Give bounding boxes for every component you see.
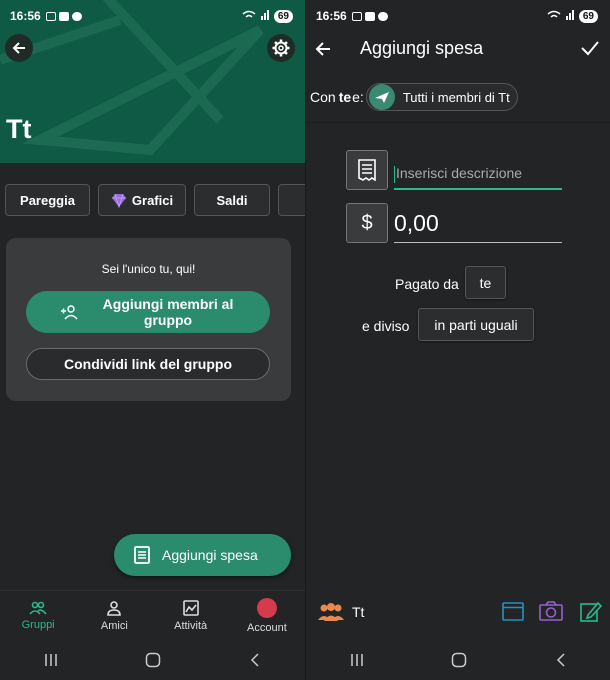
nav-account[interactable]: Account [229,591,305,640]
group-name[interactable]: Tt [352,604,364,620]
split-select[interactable]: in parti uguali [418,308,534,341]
receipt-icon [358,159,376,181]
recents-icon[interactable] [44,653,58,667]
amount-input[interactable]: 0,00 [394,204,562,243]
description-placeholder: Inserisci descrizione [396,165,523,181]
mail-icon [364,11,375,21]
signal-icon [565,9,575,23]
group-icon[interactable] [318,602,344,622]
nav-account-label: Account [247,621,287,634]
nav-groups-label: Gruppi [21,618,55,631]
balances-button[interactable]: Saldi [194,184,270,216]
calendar-icon[interactable] [502,601,524,621]
app-bar: Aggiungi spesa [306,32,610,66]
arrow-left-icon [12,42,25,54]
add-members-label: Aggiungi membri al gruppo [102,296,234,328]
chat-icon [377,11,388,21]
nav-activity-label: Attività [174,619,208,632]
home-icon[interactable] [451,652,467,668]
edit-note-icon[interactable] [580,600,602,622]
with-prefix: Con [310,89,336,105]
account-avatar [256,597,277,618]
camera-icon[interactable] [539,601,563,621]
settings-button[interactable] [267,34,295,62]
currency-button[interactable]: $ [346,203,388,243]
paid-by-label: Pagato da [395,276,459,292]
status-bar: 16:56 69 [306,0,610,32]
empty-group-message: Sei l'unico tu, qui! [101,262,196,276]
diamond-icon [111,193,126,208]
add-members-button[interactable]: Aggiungi membri al gruppo [26,291,270,333]
battery-indicator: 69 [273,9,293,23]
nav-friends[interactable]: Amici [76,591,152,640]
group-screen: 16:56 69 Tt Pareggia Grafici Saldi Sei l… [0,0,305,680]
recents-icon[interactable] [350,653,364,667]
system-navigation [306,640,610,680]
back-button[interactable] [5,34,33,62]
status-time: 16:56 [316,9,347,23]
screenshot-icon [45,11,56,21]
expense-toolbar: Tt [306,596,610,630]
status-time: 16:56 [10,9,41,23]
status-bar: 16:56 69 [0,0,305,32]
plane-icon [374,92,389,103]
text-cursor [394,165,395,183]
group-icon [29,601,47,615]
group-title: Tt [6,114,32,144]
with-suffix: e: [352,89,364,105]
gear-icon [272,39,290,57]
system-back-icon[interactable] [248,653,262,667]
system-back-icon[interactable] [554,653,568,667]
more-actions-button[interactable] [278,184,305,216]
payer-select[interactable]: te [465,266,506,299]
nav-activity[interactable]: Attività [153,591,229,640]
with-bold: te [338,89,352,105]
divider [306,122,610,123]
system-navigation [0,640,305,680]
group-actions: Pareggia Grafici Saldi [5,184,305,216]
wifi-icon [547,10,561,23]
participants-row: Con te e: Tutti i membri di Tt [306,82,610,112]
home-icon[interactable] [145,652,161,668]
chat-icon [71,11,82,21]
receipt-icon [134,546,150,564]
save-check-icon[interactable] [581,40,599,56]
back-arrow-icon[interactable] [314,40,332,58]
battery-indicator: 69 [578,9,598,23]
nav-groups[interactable]: Gruppi [0,591,76,640]
empty-group-card: Sei l'unico tu, qui! Aggiungi membri al … [6,238,291,401]
page-title: Aggiungi spesa [360,38,484,58]
bottom-navigation: Gruppi Amici Attività Account [0,590,305,640]
group-avatar [368,84,395,110]
add-expense-screen: 16:56 69 Aggiungi spesa Con te e: Tutti … [305,0,610,680]
person-icon [107,600,122,616]
wifi-icon [242,10,256,23]
charts-label: Grafici [131,192,174,208]
split-label: e diviso [362,318,410,334]
screenshot-icon [351,11,362,21]
category-button[interactable] [346,150,388,190]
nav-friends-label: Amici [100,619,128,632]
activity-icon [182,599,199,616]
charts-button[interactable]: Grafici [98,184,186,216]
mail-icon [58,11,69,21]
share-group-link-button[interactable]: Condividi link del gruppo [26,348,270,380]
description-input[interactable]: Inserisci descrizione [394,157,562,190]
signal-icon [260,9,270,23]
participants-chip[interactable]: Tutti i membri di Tt [365,83,518,111]
participants-label: Tutti i membri di Tt [402,89,510,105]
add-expense-label: Aggiungi spesa [162,547,258,563]
add-person-icon [61,305,78,320]
settle-up-button[interactable]: Pareggia [5,184,90,216]
add-expense-fab[interactable]: Aggiungi spesa [114,534,291,576]
